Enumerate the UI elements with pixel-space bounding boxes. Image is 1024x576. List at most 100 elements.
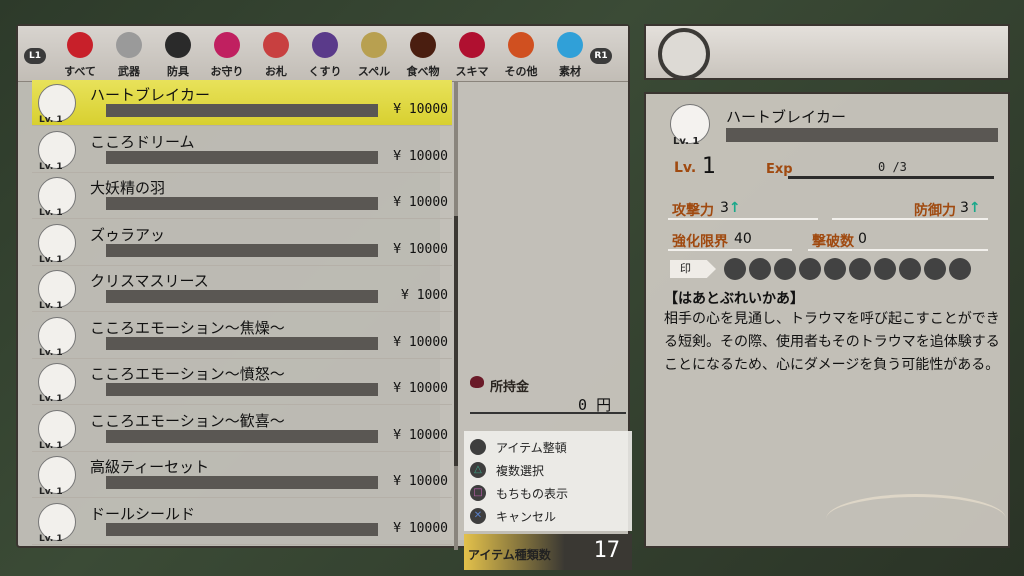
limit-value: 40	[734, 231, 752, 247]
category-label: お守り	[210, 65, 244, 78]
item-price: ¥ 10000	[393, 334, 448, 350]
item-row[interactable]: Lv. 1 こころエモーション～憤怒～ ¥ 10000	[32, 359, 452, 405]
item-row[interactable]: Lv. 1 大妖精の羽 ¥ 10000	[32, 173, 452, 219]
potion-icon	[312, 32, 338, 58]
level-value: 1	[702, 154, 716, 179]
item-price: ¥ 10000	[393, 381, 448, 396]
control-help-box: R アイテム整頓 △ 複数選択 □ もちもの表示 ✕ キャンセル	[464, 431, 632, 531]
character-header	[644, 24, 1010, 80]
scrollbar-thumb[interactable]	[454, 216, 458, 466]
item-icon: Lv. 1	[38, 409, 76, 451]
category-tab-6[interactable]: スペル	[350, 32, 398, 80]
item-list-panel: L1 R1 すべて 武器 防具 お守り お札 くすり スペル 食べ物 スキマ その他 素材 Lv. …	[16, 24, 632, 570]
kills-value: 0	[858, 231, 867, 247]
item-price: ¥ 10000	[393, 195, 448, 210]
item-list: Lv. 1 ハートブレイカー ¥ 10000 Lv. 1 こころドリーム ¥ 10000 L…	[32, 80, 454, 550]
item-icon: Lv. 1	[38, 270, 76, 311]
item-bar	[106, 150, 378, 164]
item-name: 大妖精の羽	[90, 179, 166, 197]
item-bar	[106, 104, 378, 117]
category-tab-2[interactable]: 防具	[154, 32, 202, 80]
category-label: スキマ	[455, 65, 489, 78]
item-name: ハートブレイカー	[90, 86, 211, 104]
item-name: こころドリーム	[90, 132, 195, 151]
character-portrait	[658, 28, 710, 80]
item-name: こころエモーション～歓喜～	[90, 411, 285, 430]
item-level: Lv. 1	[39, 161, 63, 172]
seal-slot	[749, 258, 771, 280]
item-level: Lv. 1	[39, 254, 63, 265]
category-tab-10[interactable]: 素材	[546, 32, 594, 80]
item-bar	[106, 290, 378, 303]
bag-icon	[67, 32, 93, 58]
limit-underline	[668, 249, 792, 251]
category-tab-5[interactable]: くすり	[301, 32, 349, 80]
item-row[interactable]: Lv. 1 クリスマスリース ¥ 1000	[32, 266, 452, 312]
seal-slot	[949, 258, 971, 280]
item-icon: Lv. 1	[38, 177, 76, 218]
category-label: その他	[504, 65, 538, 78]
item-row[interactable]: Lv. 1 こころドリーム ¥ 10000	[32, 127, 452, 173]
category-tab-8[interactable]: スキマ	[448, 32, 496, 80]
exp-value: 0 /3	[878, 160, 907, 174]
item-detail-panel: Lv. 1 ハートブレイカー Lv. 1 Exp 0 /3 攻撃力 3↑ 防御力…	[644, 92, 1010, 548]
category-tab-0[interactable]: すべて	[56, 32, 104, 80]
category-tab-4[interactable]: お札	[252, 32, 300, 80]
item-row[interactable]: Lv. 1 ハートブレイカー ¥ 10000	[32, 80, 452, 126]
category-tab-7[interactable]: 食べ物	[399, 32, 447, 80]
sword-icon	[116, 32, 142, 58]
item-row[interactable]: Lv. 1 こころエモーション～焦燥～ ¥ 10000	[32, 313, 452, 359]
seal-slot	[874, 258, 896, 280]
item-name: クリスマスリース	[90, 272, 209, 290]
item-bar	[106, 336, 378, 350]
item-icon: Lv. 1	[38, 456, 76, 497]
gap-eye-icon	[459, 32, 485, 58]
description-title: 【はあとぶれいかあ】	[664, 291, 804, 307]
item-price: ¥ 10000	[393, 474, 448, 489]
attack-underline	[668, 218, 818, 220]
arrow-up-icon: ↑	[968, 200, 981, 216]
seal-slot	[899, 258, 921, 280]
category-label: スペル	[357, 65, 391, 78]
attack-label: 攻撃力	[672, 203, 714, 219]
money-underline	[470, 412, 626, 414]
item-row[interactable]: Lv. 1 ドールシールド ¥ 10000	[32, 499, 452, 545]
category-label: 素材	[559, 65, 581, 78]
detail-name-bar	[726, 128, 998, 142]
item-level: Lv. 1	[39, 115, 63, 125]
item-row[interactable]: Lv. 1 こころエモーション～歓喜～ ¥ 10000	[32, 406, 452, 452]
seal-slot	[724, 258, 746, 280]
item-name: ドールシールド	[90, 504, 196, 523]
category-label: 武器	[118, 65, 140, 78]
item-bar	[106, 476, 378, 489]
category-tab-9[interactable]: その他	[497, 32, 545, 80]
seal-slot	[849, 258, 871, 280]
seal-slot	[924, 258, 946, 280]
item-price: ¥ 10000	[393, 427, 448, 443]
control-hint-label: もちもの表示	[496, 487, 569, 501]
purse-icon	[470, 376, 484, 388]
item-price: ¥ 10000	[393, 148, 448, 164]
item-icon: Lv. 1	[38, 130, 76, 172]
item-bar	[106, 522, 378, 536]
item-price: ¥ 10000	[393, 241, 448, 257]
defense-value: 3↑	[960, 200, 981, 216]
controller-button-icon: ✕	[470, 508, 486, 524]
category-tab-1[interactable]: 武器	[105, 32, 153, 80]
l1-button[interactable]: L1	[24, 48, 46, 64]
category-label: 防具	[167, 65, 189, 78]
item-icon: Lv. 1	[38, 84, 76, 125]
item-row[interactable]: Lv. 1 ズゥラアッ ¥ 10000	[32, 220, 452, 266]
category-label: 食べ物	[406, 65, 440, 78]
knife-icon: Lv. 1	[670, 104, 710, 147]
item-name: こころエモーション～憤怒～	[90, 365, 285, 383]
item-count-value: 17	[593, 538, 621, 563]
item-level: Lv. 1	[39, 347, 63, 358]
kills-underline	[808, 249, 988, 251]
item-name: こころエモーション～焦燥～	[90, 318, 285, 337]
item-name: 高級ティーセット	[90, 458, 210, 476]
item-price: ¥ 10000	[393, 102, 448, 117]
defense-underline	[832, 218, 988, 220]
item-row[interactable]: Lv. 1 高級ティーセット ¥ 10000	[32, 452, 452, 498]
category-tab-3[interactable]: お守り	[203, 32, 251, 80]
